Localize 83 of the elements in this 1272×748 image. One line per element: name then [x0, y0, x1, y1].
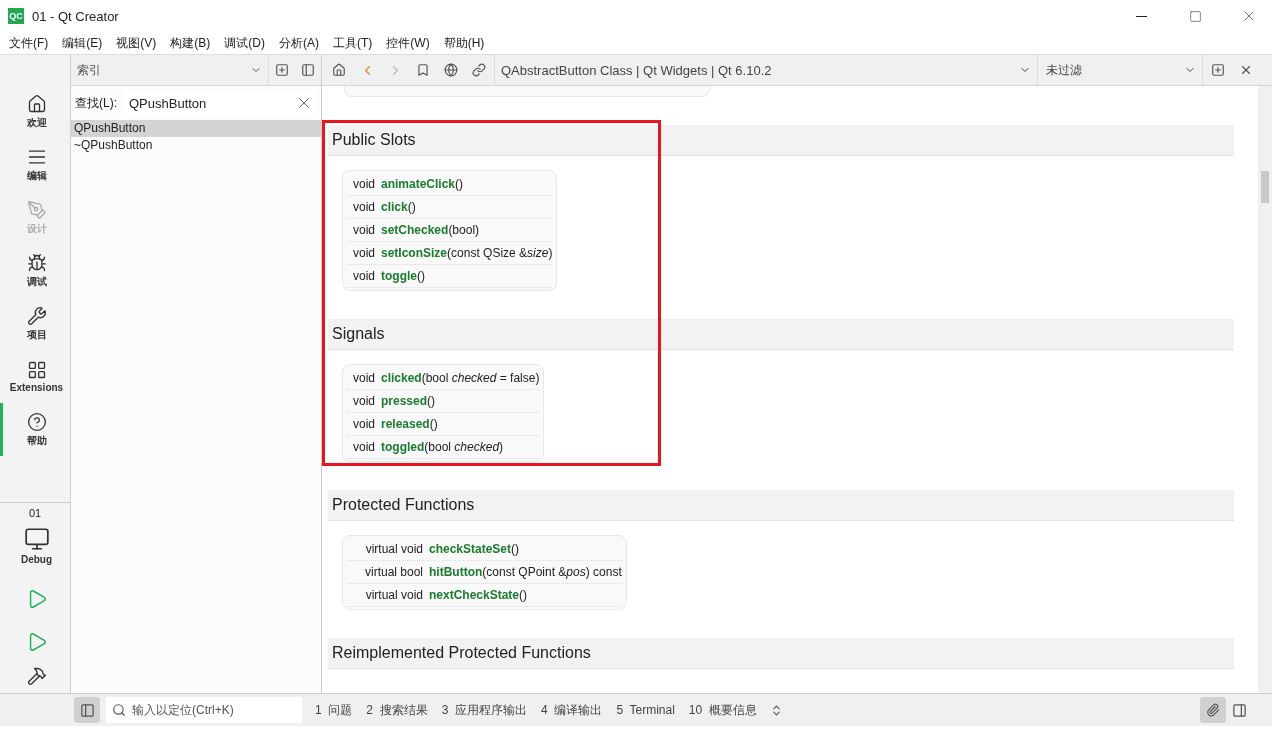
- scrollbar[interactable]: [1258, 86, 1272, 693]
- panel-icon: [1231, 702, 1247, 718]
- member-signature: animateClick(): [381, 177, 464, 191]
- member-signature: click(): [381, 200, 416, 214]
- section-heading: Protected Functions: [328, 490, 1234, 521]
- mode-button[interactable]: 编辑: [0, 138, 70, 191]
- member-signature: nextCheckState(): [429, 588, 528, 602]
- member-signature: setChecked(bool): [381, 223, 480, 237]
- wrench-icon: [26, 305, 47, 326]
- filter-selector[interactable]: 未过滤: [1040, 55, 1203, 85]
- bug-icon: [26, 252, 47, 273]
- maximize-icon: [1188, 9, 1202, 23]
- member-signature: pressed(): [381, 394, 436, 408]
- menu-item[interactable]: 构建(B): [163, 34, 218, 52]
- return-type: void: [352, 246, 375, 260]
- index-result[interactable]: QPushButton: [71, 120, 321, 137]
- window-title: 01 - Qt Creator: [32, 8, 120, 24]
- home-icon: [332, 63, 346, 77]
- minimize-icon: [1135, 15, 1147, 17]
- link-icon: [472, 63, 486, 77]
- return-type: void: [352, 200, 375, 214]
- help-icon: [26, 411, 47, 432]
- section-heading: Public Slots: [328, 125, 1234, 156]
- return-type: virtual bool: [363, 565, 423, 579]
- return-type: void: [352, 177, 375, 191]
- return-type: virtual void: [364, 542, 423, 556]
- globe-icon: [444, 63, 458, 77]
- output-pane-button[interactable]: 4 编译输出: [534, 701, 610, 719]
- section-heading: Reimplemented Protected Functions: [328, 638, 1234, 669]
- output-pane-button[interactable]: 10 概要信息: [681, 701, 764, 719]
- mode-button[interactable]: 调试: [0, 244, 70, 297]
- search-icon: [112, 703, 126, 717]
- close-icon: [1239, 63, 1253, 77]
- home-icon: [26, 93, 47, 114]
- section-heading: Signals: [328, 319, 1234, 350]
- mode-button[interactable]: 欢迎: [0, 85, 70, 138]
- menu-item[interactable]: 工具(T): [326, 34, 380, 52]
- return-type: void: [352, 223, 375, 237]
- return-type: void: [352, 269, 375, 283]
- paperclip-icon: [1206, 703, 1220, 717]
- attach-button[interactable]: [1200, 697, 1226, 723]
- monitor-icon: [23, 526, 50, 552]
- menu-item[interactable]: 控件(W): [379, 34, 437, 52]
- menu-item[interactable]: 文件(F): [2, 34, 56, 52]
- return-type: virtual void: [364, 588, 423, 602]
- return-type: void: [352, 417, 375, 431]
- target-selector[interactable]: Debug: [0, 519, 70, 572]
- member-signature: setIconSize(const QSize &size): [381, 246, 553, 260]
- mode-button[interactable]: 项目: [0, 297, 70, 350]
- index-result[interactable]: ~QPushButton: [71, 137, 321, 154]
- return-type: void: [352, 371, 375, 385]
- add-icon: [1211, 63, 1225, 77]
- bookmark-icon: [416, 63, 430, 77]
- project-name: 01: [27, 507, 43, 519]
- menu-item[interactable]: 调试(D): [217, 34, 272, 52]
- member-signature: hitButton(const QPoint &pos) const: [429, 565, 622, 579]
- sidebar-toggle-button[interactable]: [74, 697, 100, 723]
- hammer-icon: [26, 666, 47, 686]
- menu-item[interactable]: 帮助(H): [436, 34, 492, 52]
- add-icon: [275, 63, 289, 77]
- member-signature: toggled(bool checked): [381, 440, 504, 454]
- menu-item[interactable]: 分析(A): [272, 34, 326, 52]
- return-type: void: [352, 440, 375, 454]
- member-signature: checkStateSet(): [429, 542, 520, 556]
- mode-button[interactable]: Extensions: [0, 350, 70, 403]
- locator-field[interactable]: 输入以定位(Ctrl+K): [106, 697, 302, 723]
- menu-item[interactable]: 视图(V): [109, 34, 164, 52]
- pen-icon: [26, 199, 47, 220]
- page-selector[interactable]: QAbstractButton Class | Qt Widgets | Qt 6.10.2: [494, 55, 1038, 85]
- app-logo: QC: [8, 8, 24, 24]
- search-label: 查找(L):: [75, 94, 117, 112]
- member-signature: clicked(bool checked = false): [381, 371, 540, 385]
- panel-icon: [301, 63, 315, 77]
- output-pane-button[interactable]: 3 应用程序输出: [434, 701, 535, 719]
- member-signature: toggle(): [381, 269, 425, 283]
- member-signature: released(): [381, 417, 438, 431]
- output-pane-button[interactable]: 2 搜索结果: [359, 701, 435, 719]
- menu-item[interactable]: 编辑(E): [55, 34, 110, 52]
- grid-icon: [26, 360, 47, 380]
- return-type: void: [352, 394, 375, 408]
- panel-icon: [79, 702, 95, 718]
- output-pane-button[interactable]: 1 问题: [308, 701, 360, 719]
- output-pane-button[interactable]: 5 Terminal: [609, 703, 682, 717]
